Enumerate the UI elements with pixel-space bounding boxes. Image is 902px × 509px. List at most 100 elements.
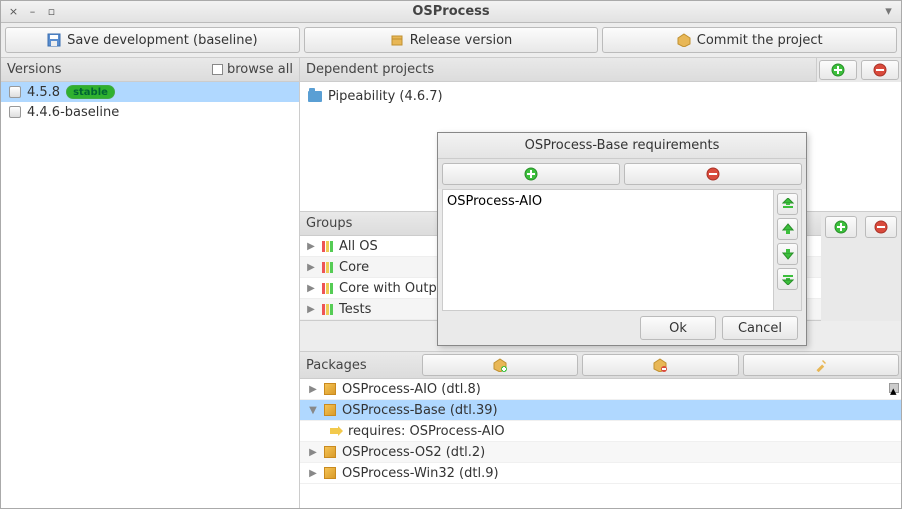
button-label: Ok [669, 321, 687, 336]
version-label: 4.4.6-baseline [27, 105, 119, 120]
group-label: All OS [339, 239, 378, 254]
plus-icon [524, 167, 538, 181]
button-label: Cancel [738, 321, 782, 336]
packages-area: Packages ▴ ▶ OSProc [300, 351, 901, 508]
package-item[interactable]: ▶ OSProcess-AIO (dtl.8) [300, 379, 901, 400]
disk-icon [9, 86, 21, 98]
reorder-buttons [773, 190, 801, 310]
dialog-add-button[interactable] [442, 163, 620, 185]
save-development-button[interactable]: Save development (baseline) [5, 27, 300, 53]
cube-icon [324, 467, 336, 479]
dialog-remove-button[interactable] [624, 163, 802, 185]
minus-icon [874, 220, 888, 234]
dialog-body: OSProcess-AIO [442, 189, 802, 311]
edit-package-button[interactable] [743, 354, 899, 376]
move-up-button[interactable] [777, 218, 798, 240]
disk-icon [9, 106, 21, 118]
package-label: OSProcess-OS2 (dtl.2) [342, 445, 485, 460]
dependent-item-label: Pipeability (4.6.7) [328, 89, 443, 104]
dependent-header-row: Dependent projects [300, 58, 901, 82]
package-item[interactable]: ▼ OSProcess-Base (dtl.39) [300, 400, 901, 421]
main-toolbar: Save development (baseline) Release vers… [1, 23, 901, 58]
expand-arrow-icon: ▶ [306, 241, 316, 252]
button-label: Save development (baseline) [67, 33, 258, 48]
commit-project-button[interactable]: Commit the project [602, 27, 897, 53]
maximize-icon[interactable]: ▫ [45, 5, 58, 18]
plus-icon [831, 63, 845, 77]
group-icon [322, 262, 333, 273]
version-item[interactable]: 4.5.8 stable [1, 82, 299, 102]
dependent-header: Dependent projects [300, 58, 817, 82]
requires-arrow-icon [330, 426, 342, 436]
package-requirement[interactable]: requires: OSProcess-AIO [300, 421, 901, 442]
cube-icon [324, 383, 336, 395]
cancel-button[interactable]: Cancel [722, 316, 798, 340]
cube-icon [324, 404, 336, 416]
groups-actions [821, 212, 901, 321]
ok-button[interactable]: Ok [640, 316, 716, 340]
group-icon [322, 283, 333, 294]
expand-arrow-icon: ▶ [306, 262, 316, 273]
commit-icon [677, 33, 691, 47]
expand-arrow-icon: ▶ [306, 304, 316, 315]
release-version-button[interactable]: Release version [304, 27, 599, 53]
menu-icon[interactable]: ▾ [882, 5, 895, 18]
move-down-button[interactable] [777, 243, 798, 265]
package-label: requires: OSProcess-AIO [348, 424, 505, 439]
expand-arrow-icon: ▶ [308, 468, 318, 479]
version-label: 4.5.8 [27, 85, 60, 100]
remove-package-button[interactable] [582, 354, 738, 376]
stable-badge: stable [66, 85, 115, 99]
dialog-title: OSProcess-Base requirements [438, 133, 806, 159]
remove-group-button[interactable] [865, 216, 897, 238]
minimize-icon[interactable]: – [26, 5, 39, 18]
expand-arrow-icon: ▶ [308, 447, 318, 458]
remove-dependent-button[interactable] [861, 60, 899, 80]
groups-label: Groups [306, 216, 352, 231]
floppy-icon [47, 33, 61, 47]
window-title: OSProcess [1, 4, 901, 19]
package-item[interactable]: ▶ OSProcess-Win32 (dtl.9) [300, 463, 901, 484]
down-arrow-icon [782, 248, 794, 260]
folder-icon [308, 91, 322, 102]
cube-icon [324, 446, 336, 458]
button-label: Release version [410, 33, 513, 48]
package-list: ▴ ▶ OSProcess-AIO (dtl.8) ▼ OSProcess-Ba… [300, 379, 901, 508]
add-group-button[interactable] [825, 216, 857, 238]
pencil-icon [814, 358, 828, 372]
move-top-button[interactable] [777, 193, 798, 215]
package-item[interactable]: ▶ OSProcess-OS2 (dtl.2) [300, 442, 901, 463]
minus-icon [873, 63, 887, 77]
versions-sidebar: Versions browse all 4.5.8 stable 4.4.6-b… [1, 58, 300, 508]
group-label: Core [339, 260, 369, 275]
versions-header: Versions browse all [1, 58, 299, 82]
close-icon[interactable]: × [7, 5, 20, 18]
browse-all-checkbox[interactable]: browse all [212, 62, 293, 77]
packages-label: Packages [300, 352, 420, 378]
titlebar: × – ▫ OSProcess ▾ [1, 1, 901, 23]
version-item[interactable]: 4.4.6-baseline [1, 102, 299, 122]
button-label: Commit the project [697, 33, 823, 48]
add-dependent-button[interactable] [819, 60, 857, 80]
cube-plus-icon [493, 358, 507, 372]
requirements-list[interactable]: OSProcess-AIO [443, 190, 773, 310]
browse-all-label: browse all [227, 62, 293, 77]
checkbox-icon [212, 64, 223, 75]
requirements-dialog: OSProcess-Base requirements OSProcess-AI… [437, 132, 807, 346]
package-label: OSProcess-AIO (dtl.8) [342, 382, 481, 397]
scrollbar-thumb[interactable]: ▴ [889, 383, 899, 393]
requirement-item[interactable]: OSProcess-AIO [447, 194, 769, 209]
packages-header: Packages [300, 351, 901, 379]
up-arrow-icon [782, 223, 794, 235]
expand-arrow-icon: ▼ [308, 405, 318, 416]
group-label: Tests [339, 302, 371, 317]
dependent-item[interactable]: Pipeability (4.6.7) [304, 86, 897, 106]
group-icon [322, 241, 333, 252]
double-down-icon [782, 273, 794, 285]
expand-arrow-icon: ▶ [308, 384, 318, 395]
move-bottom-button[interactable] [777, 268, 798, 290]
package-label: OSProcess-Win32 (dtl.9) [342, 466, 499, 481]
cube-minus-icon [653, 358, 667, 372]
package-label: OSProcess-Base (dtl.39) [342, 403, 498, 418]
add-package-button[interactable] [422, 354, 578, 376]
